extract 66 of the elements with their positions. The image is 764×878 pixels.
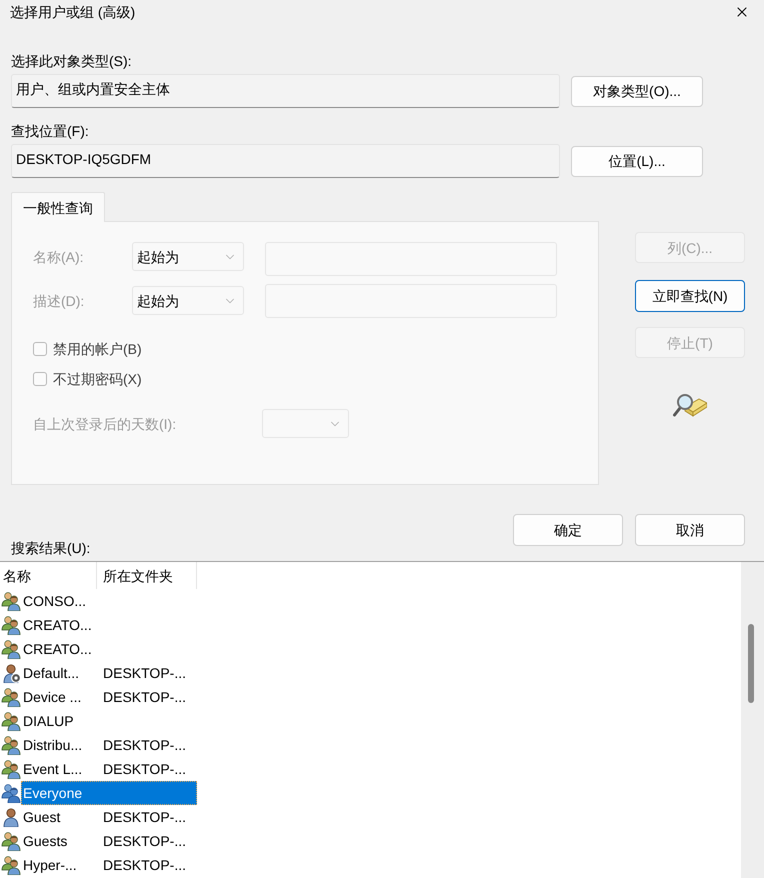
column-header[interactable]: 所在文件夹 xyxy=(97,562,197,589)
name-cell: Hyper-... xyxy=(23,856,77,874)
list-row[interactable]: CREATO... xyxy=(21,613,197,637)
folder-cell: DESKTOP-... xyxy=(103,832,186,850)
list-row[interactable]: Event L... DESKTOP-... xyxy=(21,757,197,781)
user-group-icon xyxy=(1,831,21,851)
checkbox-label: 禁用的帐户(B) xyxy=(53,340,142,358)
folder-cell: DESKTOP-... xyxy=(103,856,186,874)
user-group-icon xyxy=(1,591,21,611)
checkbox[interactable] xyxy=(33,342,47,356)
user-icon xyxy=(1,807,21,827)
user-group-icon xyxy=(1,735,21,755)
user-group-icon xyxy=(1,759,21,779)
list-row[interactable]: Default... DESKTOP-... xyxy=(21,661,197,685)
name-cell: Distribu... xyxy=(23,736,82,754)
dialog-button[interactable]: 位置(L)... xyxy=(571,146,703,176)
name-cell: CONSO... xyxy=(23,592,86,610)
name-cell: Device ... xyxy=(23,688,82,706)
field-label: 描述(D): xyxy=(33,292,84,310)
name-cell: CREATO... xyxy=(23,640,92,658)
user-group-icon xyxy=(1,711,21,731)
list-row[interactable]: Distribu... DESKTOP-... xyxy=(21,733,197,757)
folder-cell: DESKTOP-... xyxy=(103,664,186,682)
dialog-button[interactable]: 立即查找(N) xyxy=(635,280,745,312)
user-group-icon xyxy=(1,615,21,635)
folder-cell: DESKTOP-... xyxy=(103,736,186,754)
folder-cell: DESKTOP-... xyxy=(103,808,186,826)
checkbox[interactable] xyxy=(33,372,47,386)
name-cell: Event L... xyxy=(23,760,82,778)
dialog-button[interactable]: 确定 xyxy=(513,514,623,546)
list-row[interactable]: DIALUP xyxy=(21,709,197,733)
field-label: 选择此对象类型(S): xyxy=(11,52,132,70)
list-row[interactable]: CREATO... xyxy=(21,637,197,661)
name-cell: DIALUP xyxy=(23,712,74,730)
list-row[interactable]: Everyone xyxy=(21,781,197,805)
field-label: 查找位置(F): xyxy=(11,122,89,140)
user-group-icon xyxy=(1,783,21,803)
tab[interactable]: 一般性查询 xyxy=(11,192,105,222)
list-row[interactable]: CONSO... xyxy=(21,589,197,613)
name-cell: Default... xyxy=(23,664,80,682)
name-cell: Guests xyxy=(23,832,68,850)
folder-cell: DESKTOP-... xyxy=(103,760,186,778)
list-row[interactable]: Guest DESKTOP-... xyxy=(21,805,197,829)
window-title: 选择用户或组 (高级) xyxy=(10,3,136,21)
readonly-field: 用户、组或内置安全主体 xyxy=(11,74,560,108)
list-row[interactable]: Hyper-... DESKTOP-... xyxy=(21,853,197,877)
user-group-icon xyxy=(1,639,21,659)
list-row[interactable]: Guests DESKTOP-... xyxy=(21,829,197,853)
name-cell: Guest xyxy=(23,808,60,826)
folder-cell: DESKTOP-... xyxy=(103,688,186,706)
name-cell: CREATO... xyxy=(23,616,92,634)
results-label: 搜索结果(U): xyxy=(11,539,90,557)
checkbox-label: 不过期密码(X) xyxy=(53,370,142,388)
list-row[interactable]: Device ... DESKTOP-... xyxy=(21,685,197,709)
scrollbar[interactable] xyxy=(741,562,764,878)
dialog-button[interactable]: 取消 xyxy=(635,514,745,546)
field-label: 自上次登录后的天数(I): xyxy=(33,414,176,432)
column-header[interactable]: 名称 xyxy=(0,562,97,589)
dialog-button[interactable]: 对象类型(O)... xyxy=(571,76,703,106)
search-icon xyxy=(673,393,707,419)
name-cell: Everyone xyxy=(23,784,82,802)
field-label: 名称(A): xyxy=(33,248,84,266)
user-group-icon xyxy=(1,855,21,875)
readonly-field: DESKTOP-IQ5GDFM xyxy=(11,144,560,178)
scrollbar-thumb[interactable] xyxy=(748,624,754,703)
user-group-icon xyxy=(1,687,21,707)
